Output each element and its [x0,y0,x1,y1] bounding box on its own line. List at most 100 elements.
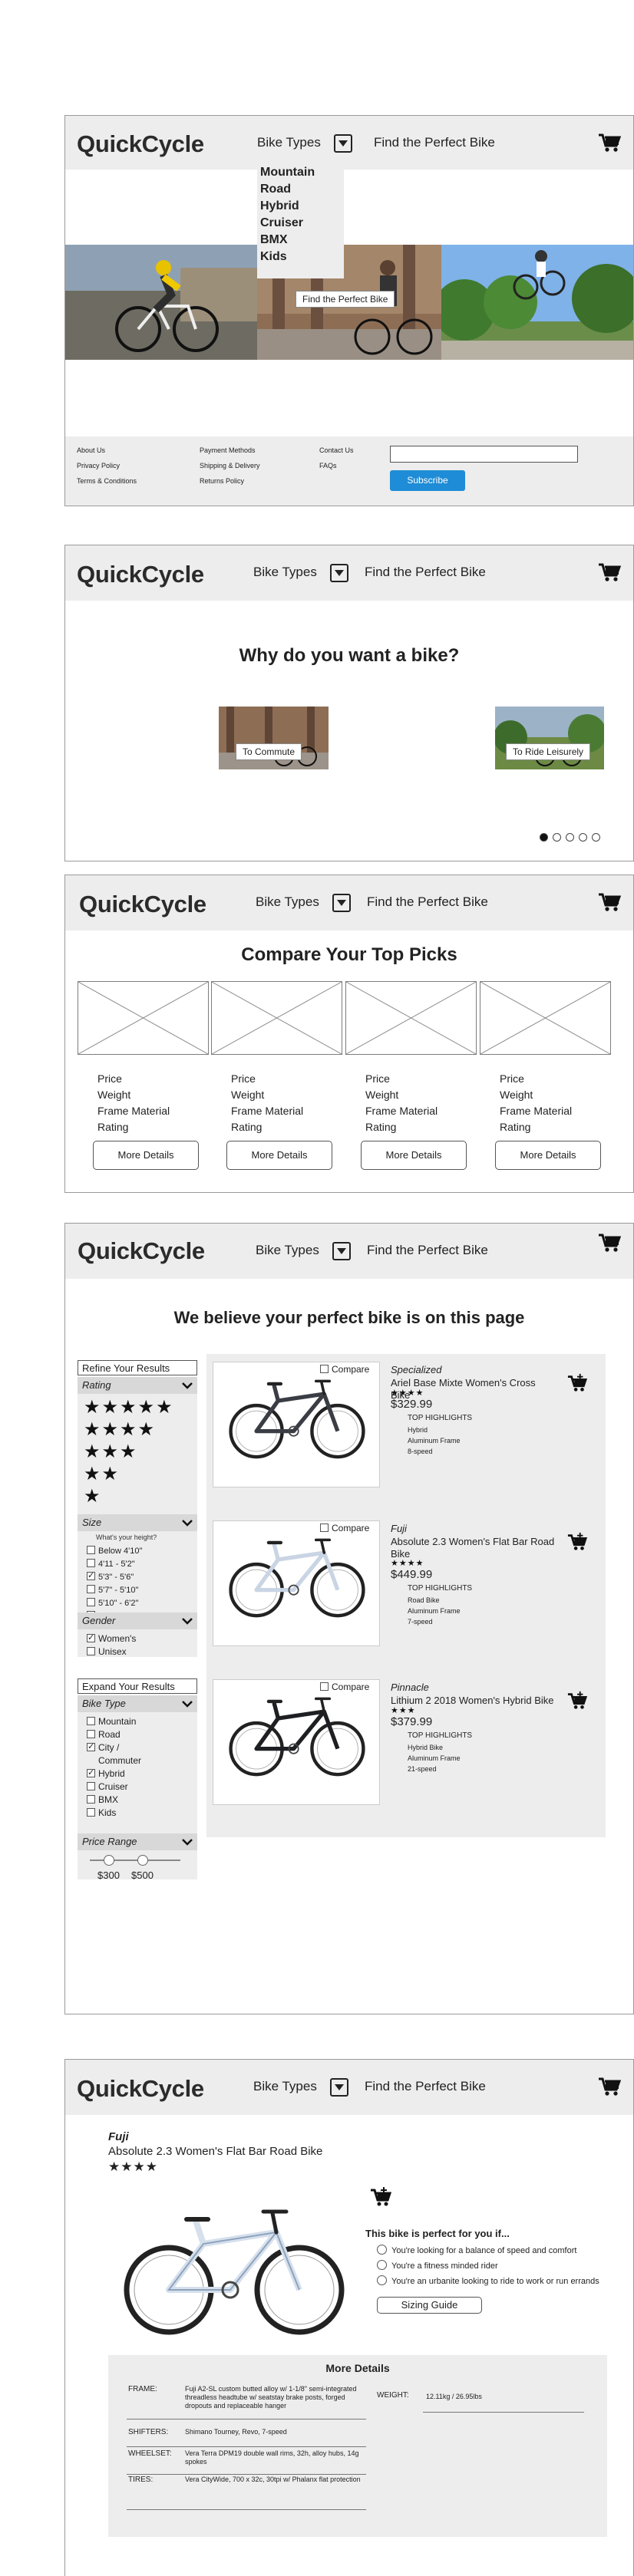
filter-option[interactable]: BMX [87,1794,118,1805]
add-to-cart-icon[interactable] [567,1691,587,1711]
carousel-dot[interactable] [566,833,574,842]
to-commute-button[interactable]: To Commute [236,743,302,760]
checkbox[interactable] [87,1570,95,1580]
bike-type-filter-header[interactable]: Bike Type [78,1695,197,1712]
filter-option[interactable]: Unisex [87,1646,127,1657]
filter-option[interactable]: City / [87,1741,119,1753]
footer-link[interactable]: Terms & Conditions [77,473,137,489]
filter-option[interactable]: 4'11 - 5'2" [87,1559,135,1569]
price-range-filter-header[interactable]: Price Range [78,1833,197,1850]
dropdown-item-kids[interactable]: Kids [260,249,341,265]
bike-types-dropdown-button[interactable] [334,134,352,153]
size-filter-header[interactable]: Size [78,1514,197,1531]
radio-button[interactable] [377,2275,387,2285]
nav-bike-types[interactable]: Bike Types [256,1243,319,1258]
logo[interactable]: QuickCycle [77,561,204,588]
more-details-button[interactable]: More Details [495,1141,601,1170]
product-image[interactable] [213,1679,380,1805]
product-image[interactable] [213,1520,380,1646]
add-to-cart-icon[interactable] [567,1532,587,1552]
cart-icon[interactable] [598,1233,621,1253]
filter-option[interactable]: 5'7" - 5'10" [87,1585,138,1595]
cart-icon[interactable] [598,133,621,153]
perfect-for-option[interactable]: You're a fitness minded rider [377,2260,498,2271]
filter-option[interactable]: Hybrid [87,1767,125,1779]
checkbox[interactable] [87,1647,95,1655]
price-max-handle[interactable] [137,1855,148,1866]
more-details-button[interactable]: More Details [93,1141,199,1170]
bike-types-dropdown-button[interactable] [330,2078,348,2097]
logo[interactable]: QuickCycle [78,1237,205,1265]
perfect-for-option[interactable]: You're an urbanite looking to ride to wo… [377,2275,599,2286]
logo[interactable]: QuickCycle [77,2075,204,2103]
checkbox[interactable] [87,1598,95,1606]
dropdown-item-cruiser[interactable]: Cruiser [260,215,341,232]
compare-checkbox[interactable]: Compare [320,1364,370,1375]
gender-filter-header[interactable]: Gender [78,1612,197,1629]
product-name[interactable]: Absolute 2.3 Women's Flat Bar Road Bike [391,1536,556,1560]
rating-filter-header[interactable]: Rating [78,1377,197,1394]
more-details-button[interactable]: More Details [361,1141,467,1170]
footer-link[interactable]: Payment Methods [200,443,260,458]
checkbox[interactable] [87,1808,95,1817]
product-image[interactable] [213,1362,380,1487]
nav-find-perfect-bike[interactable]: Find the Perfect Bike [367,894,488,910]
filter-option[interactable]: Road [87,1729,121,1740]
checkbox[interactable] [87,1632,95,1642]
filter-option[interactable]: Mountain [87,1716,136,1727]
nav-bike-types[interactable]: Bike Types [253,565,317,580]
cart-icon[interactable] [598,2077,621,2097]
footer-link[interactable]: Contact Us [319,443,354,458]
add-to-cart-icon[interactable] [567,1373,587,1393]
checkbox[interactable] [87,1730,95,1738]
dropdown-item-hybrid[interactable]: Hybrid [260,198,341,215]
filter-option[interactable]: Cruiser [87,1781,128,1792]
nav-bike-types[interactable]: Bike Types [256,894,319,910]
filter-option[interactable]: Commuter [87,1755,141,1766]
footer-link[interactable]: Returns Policy [200,473,260,489]
rating-filter-2-stars[interactable]: ★★ [84,1465,120,1484]
radio-button[interactable] [377,2245,387,2255]
filter-option[interactable]: Women's [87,1632,136,1644]
nav-bike-types[interactable]: Bike Types [253,2079,317,2094]
perfect-for-option[interactable]: You're looking for a balance of speed an… [377,2245,576,2255]
bike-types-dropdown-button[interactable] [332,1242,351,1260]
more-details-button[interactable]: More Details [226,1141,332,1170]
dropdown-item-mountain[interactable]: Mountain [260,164,341,181]
compare-checkbox[interactable]: Compare [320,1682,370,1692]
nav-find-perfect-bike[interactable]: Find the Perfect Bike [365,565,486,580]
footer-link[interactable]: FAQs [319,458,354,473]
subscribe-button[interactable]: Subscribe [390,470,465,491]
carousel-dot[interactable] [592,833,600,842]
sizing-guide-button[interactable]: Sizing Guide [377,2297,482,2314]
footer-link[interactable]: About Us [77,443,137,458]
checkbox[interactable] [87,1585,95,1593]
rating-filter-1-stars[interactable]: ★ [84,1487,102,1506]
checkbox[interactable] [320,1524,329,1532]
logo[interactable]: QuickCycle [79,891,206,918]
bike-types-dropdown-button[interactable] [332,894,351,912]
checkbox[interactable] [320,1365,329,1373]
filter-option[interactable]: Kids [87,1807,116,1818]
checkbox[interactable] [87,1546,95,1554]
footer-link[interactable]: Shipping & Delivery [200,458,260,473]
carousel-dot[interactable] [579,833,587,842]
to-ride-leisurely-button[interactable]: To Ride Leisurely [506,743,591,760]
carousel-dot[interactable] [553,833,561,842]
filter-option[interactable]: 5'10" - 6'2" [87,1598,138,1608]
checkbox[interactable] [87,1559,95,1567]
nav-bike-types[interactable]: Bike Types [257,135,321,150]
dropdown-item-road[interactable]: Road [260,181,341,198]
footer-link[interactable]: Privacy Policy [77,458,137,473]
rating-filter-5-stars[interactable]: ★★★★★ [84,1398,174,1417]
find-perfect-bike-hero-button[interactable]: Find the Perfect Bike [296,291,395,308]
nav-find-perfect-bike[interactable]: Find the Perfect Bike [365,2079,486,2094]
add-to-cart-icon[interactable] [370,2186,391,2208]
compare-checkbox[interactable]: Compare [320,1523,370,1533]
checkbox[interactable] [87,1767,95,1777]
checkbox[interactable] [87,1741,95,1751]
radio-button[interactable] [377,2260,387,2270]
nav-find-perfect-bike[interactable]: Find the Perfect Bike [374,135,495,150]
filter-option[interactable]: Below 4'10" [87,1546,142,1556]
rating-filter-4-stars[interactable]: ★★★★ [84,1421,156,1439]
